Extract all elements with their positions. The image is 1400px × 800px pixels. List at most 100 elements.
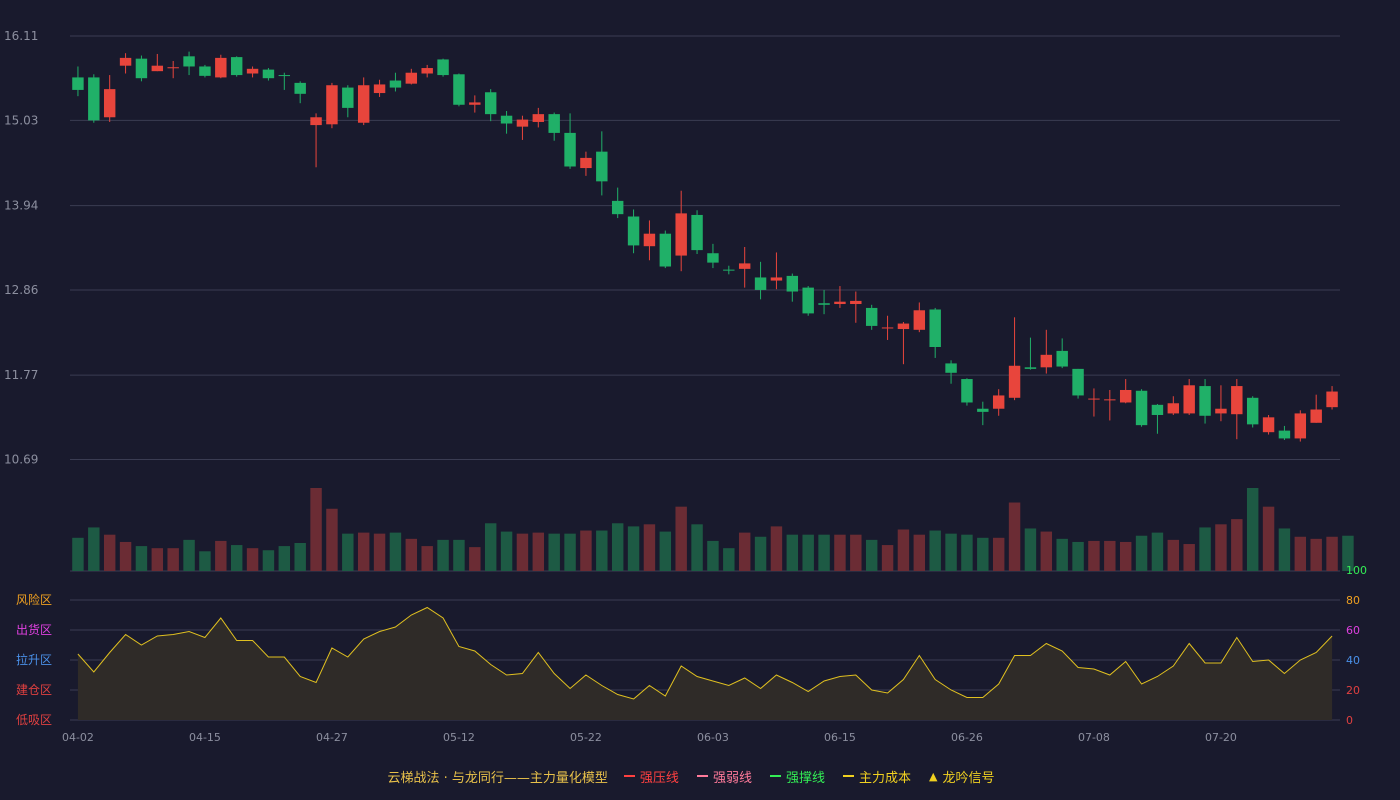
volume-bar — [1040, 531, 1053, 571]
legend-item-strength-line[interactable]: 强弱线 — [696, 767, 752, 786]
volume-bar — [723, 548, 735, 571]
legend-label: 强撑线 — [785, 770, 825, 786]
candle-body — [72, 77, 84, 90]
candle-body — [1135, 390, 1148, 426]
candle-body — [421, 68, 433, 74]
volume-bar — [405, 538, 418, 571]
candle-body — [1246, 397, 1259, 425]
volume-bar — [1072, 541, 1084, 571]
volume-bar — [611, 523, 624, 571]
legend-item-main-cost[interactable]: 主力成本 — [842, 767, 911, 786]
volume-bar — [1215, 524, 1227, 571]
candle-body — [1024, 367, 1037, 369]
candle-body — [675, 213, 687, 256]
volume-bar — [786, 534, 799, 571]
candle-body — [500, 115, 513, 124]
volume-bar — [151, 548, 164, 571]
zone-label: 风险区 — [16, 592, 52, 607]
volume-bar — [1199, 527, 1211, 571]
candle-body — [643, 233, 656, 247]
candle-body — [818, 303, 830, 305]
candle-body — [437, 59, 449, 76]
stock-chart: 16.11 15.03 13.94 12.86 11.77 10.69 风险区出货区拉升区… — [4, 29, 1367, 744]
candle-body — [723, 269, 735, 271]
x-tick-label: 05-12 — [443, 731, 475, 744]
candle-body — [230, 57, 243, 76]
legend-item-strong-support[interactable]: 强撑线 — [769, 767, 825, 786]
volume-bar — [326, 508, 338, 571]
triangle-icon: ▲ — [928, 769, 938, 783]
candle-body — [1040, 354, 1053, 368]
price-tick-label: 10.69 — [4, 453, 38, 467]
indicator-tick-label: 80 — [1346, 594, 1360, 607]
candle-body — [453, 74, 465, 105]
volume-bar — [1231, 519, 1243, 571]
candle-body — [881, 327, 894, 329]
candle-body — [627, 216, 640, 246]
candle-body — [183, 56, 195, 67]
candle-body — [596, 151, 608, 182]
volume-bar — [484, 523, 497, 571]
x-tick-label: 05-22 — [570, 731, 602, 744]
volume-bar — [675, 506, 687, 571]
volume-bar — [913, 534, 926, 571]
zone-label: 低吸区 — [16, 713, 52, 727]
zone-label: 建仓区 — [16, 683, 52, 697]
volume-bar — [1326, 536, 1338, 571]
volume-bar — [500, 531, 513, 571]
candle-body — [770, 277, 783, 281]
volume-bar — [961, 534, 973, 571]
candle-body — [103, 89, 116, 118]
candle-body — [754, 277, 767, 290]
x-tick-label: 06-03 — [697, 731, 729, 744]
candle-body — [1104, 399, 1116, 401]
price-tick-label: 15.03 — [4, 113, 38, 127]
candle-body — [262, 69, 275, 79]
chart-legend: 云梯战法 · 与龙同行——主力量化模型 强压线 强弱线 强撑线 主力成本 ▲ 龙… — [0, 766, 1400, 786]
volume-bar — [310, 488, 322, 571]
legend-label: 龙吟信号 — [942, 770, 995, 786]
candle-body — [738, 263, 751, 269]
volume-bar — [1310, 538, 1322, 571]
x-tick-label: 07-20 — [1205, 731, 1237, 744]
volume-bar — [548, 533, 560, 571]
legend-item-dragon-signal[interactable]: ▲ 龙吟信号 — [929, 767, 994, 786]
volume-bar — [945, 533, 957, 571]
indicator-tick-label: 100 — [1346, 564, 1367, 577]
legend-item-strong-pressure[interactable]: 强压线 — [623, 767, 679, 786]
volume-bar — [865, 539, 878, 571]
x-tick-label: 06-15 — [824, 731, 856, 744]
volume-bar — [738, 532, 751, 571]
volume-bar — [357, 532, 370, 571]
volume-bar — [596, 530, 608, 571]
zone-label: 拉升区 — [16, 652, 52, 667]
volume-bar — [1024, 528, 1037, 571]
volume-bar — [1167, 539, 1180, 571]
candle-body — [167, 67, 179, 69]
indicator-area — [77, 606, 1333, 720]
price-tick-label: 16.11 — [4, 29, 38, 43]
candle-body — [945, 363, 957, 373]
volume-bar — [278, 546, 291, 571]
volume-bar — [1183, 544, 1195, 571]
volume-bars — [72, 488, 1354, 571]
volume-bar — [802, 534, 814, 571]
volume-bar — [627, 526, 640, 571]
candle-body — [532, 114, 545, 122]
zone-label: 出货区 — [16, 622, 52, 637]
candle-body — [929, 309, 941, 348]
candle-body — [691, 214, 703, 251]
candle-body — [1199, 386, 1211, 416]
x-tick-label: 06-26 — [951, 731, 983, 744]
volume-bar — [770, 526, 783, 571]
solid-line-icon — [623, 775, 635, 777]
volume-bar — [897, 529, 910, 571]
volume-bar — [659, 531, 672, 571]
candle-body — [1231, 386, 1243, 415]
candle-body — [88, 77, 100, 121]
candlesticks — [72, 51, 1338, 442]
volume-bar — [707, 540, 719, 571]
volume-bar — [373, 533, 386, 571]
price-tick-label: 13.94 — [4, 199, 38, 213]
volume-bar — [1088, 540, 1100, 571]
